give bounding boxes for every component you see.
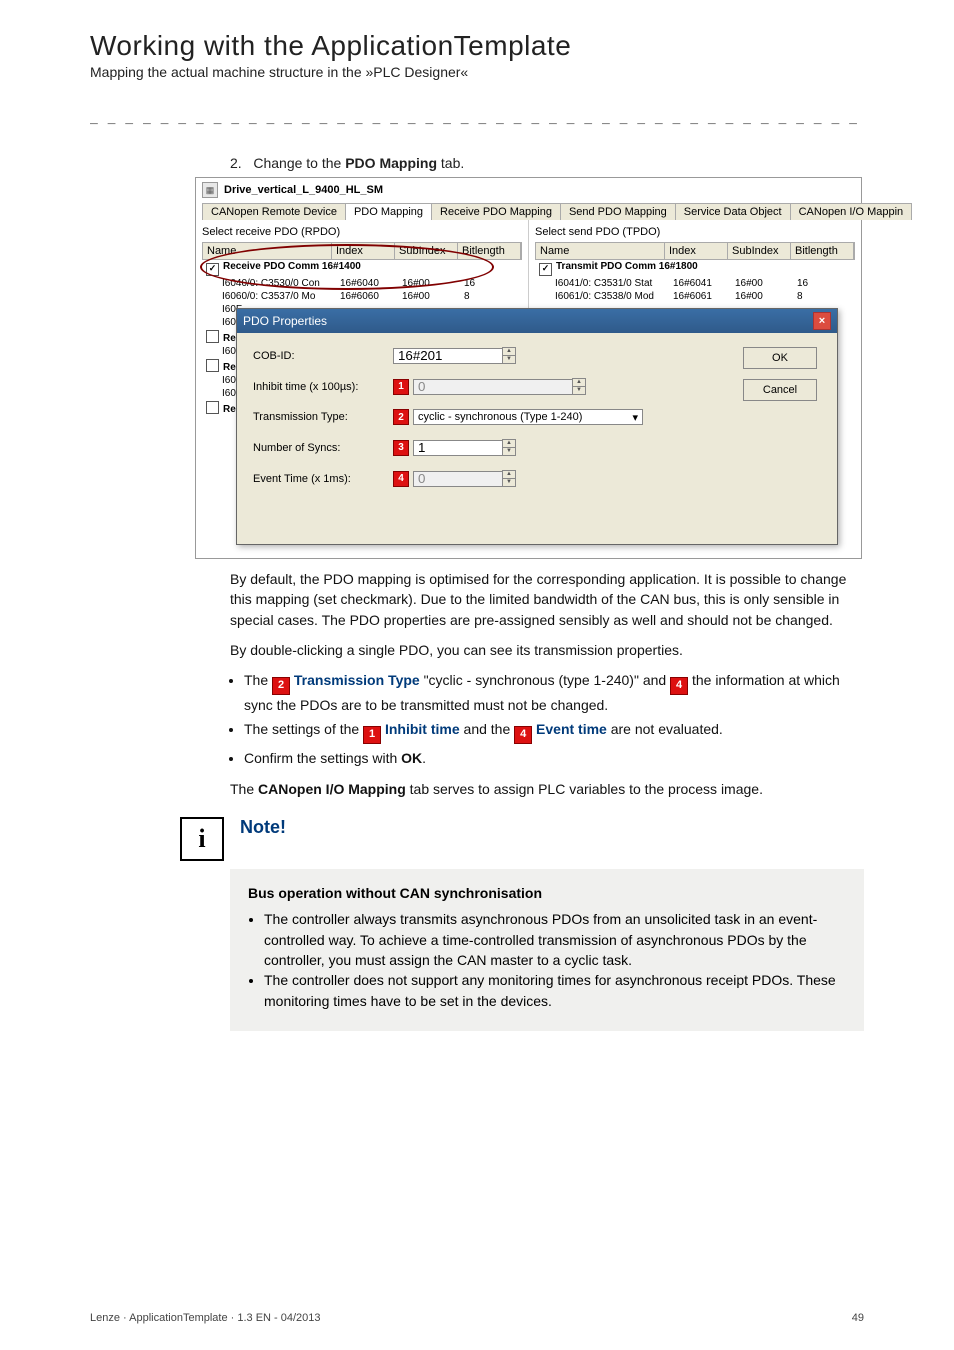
annotation-ellipse [200, 244, 494, 290]
cell-index: 16#6060 [336, 290, 398, 303]
tpdo-table-header: Name Index SubIndex Bitlength [535, 242, 855, 260]
chevron-down-icon: ▾ [632, 411, 638, 424]
cell-subindex: 16#00 [731, 277, 793, 290]
col-name: Name [536, 243, 665, 259]
tab-pdo-mapping[interactable]: PDO Mapping [345, 203, 432, 220]
dialog-title: PDO Properties [243, 314, 327, 328]
footer-left: Lenze · ApplicationTemplate · 1.3 EN - 0… [90, 1312, 321, 1324]
page-footer: Lenze · ApplicationTemplate · 1.3 EN - 0… [90, 1312, 864, 1324]
divider-dashes: _ _ _ _ _ _ _ _ _ _ _ _ _ _ _ _ _ _ _ _ … [90, 110, 864, 125]
inhibit-time-field[interactable] [413, 379, 573, 395]
badge-4-inline: 4 [670, 677, 688, 695]
col-bitlength: Bitlength [791, 243, 854, 259]
tab-canopen-io-mapping[interactable]: CANopen I/O Mappin [790, 203, 913, 220]
cell-name: I6060/0: C3537/0 Mo [202, 290, 336, 303]
label-inhibit-time: Inhibit time (x 100µs): [253, 381, 393, 393]
device-icon: ▦ [202, 182, 218, 198]
transmission-type-value: cyclic - synchronous (Type 1-240) [418, 411, 582, 423]
badge-1-inline: 1 [363, 726, 381, 744]
body-text: By default, the PDO mapping is optimised… [230, 569, 864, 799]
tpdo-group-row[interactable]: Transmit PDO Comm 16#1800 [535, 260, 855, 277]
ok-button[interactable]: OK [743, 347, 817, 369]
cell-bitlength: 8 [793, 290, 855, 303]
step-number: 2. [230, 155, 242, 171]
step-text-before: Change to the [253, 155, 345, 171]
tpdo-group-checkbox[interactable] [539, 263, 552, 276]
badge-1: 1 [393, 379, 409, 395]
number-of-syncs-spinner[interactable]: ▲▼ [502, 439, 516, 456]
tab-receive-pdo-mapping[interactable]: Receive PDO Mapping [431, 203, 561, 220]
stub-checkbox [206, 359, 219, 372]
badge-3: 3 [393, 440, 409, 456]
term-inhibit-time: Inhibit time [385, 721, 460, 737]
page-subtitle: Mapping the actual machine structure in … [90, 64, 864, 80]
tabbar: CANopen Remote Device PDO Mapping Receiv… [202, 202, 855, 220]
list-item: The settings of the 1 Inhibit time and t… [244, 719, 864, 744]
pdo-properties-dialog: PDO Properties × OK Cancel COB-ID: ▲▼ In… [236, 308, 838, 545]
paragraph: By double-clicking a single PDO, you can… [230, 640, 864, 660]
label-select-rpdo: Select receive PDO (RPDO) [202, 226, 522, 238]
badge-2-inline: 2 [272, 677, 290, 695]
col-subindex: SubIndex [728, 243, 791, 259]
transmission-type-select[interactable]: cyclic - synchronous (Type 1-240) ▾ [413, 409, 643, 425]
cell-subindex: 16#00 [731, 290, 793, 303]
label-transmission-type: Transmission Type: [253, 411, 393, 423]
cob-id-spinner[interactable]: ▲▼ [502, 347, 516, 364]
table-row[interactable]: I6060/0: C3537/0 Mo16#606016#008 [202, 290, 522, 303]
label-cob-id: COB-ID: [253, 350, 393, 362]
info-icon: i [180, 817, 224, 861]
inhibit-time-spinner[interactable]: ▲▼ [572, 378, 586, 395]
term-canopen-io-mapping: CANopen I/O Mapping [258, 781, 406, 797]
cell-subindex: 16#00 [398, 290, 460, 303]
term-ok: OK [401, 750, 422, 766]
term-transmission-type: Transmission Type [294, 672, 420, 688]
cell-index: 16#6041 [669, 277, 731, 290]
step-text-bold: PDO Mapping [345, 155, 437, 171]
badge-4: 4 [393, 471, 409, 487]
badge-4-inline-2: 4 [514, 726, 532, 744]
event-time-field[interactable] [413, 471, 503, 487]
number-of-syncs-field[interactable] [413, 440, 503, 456]
note-subheading: Bus operation without CAN synchronisatio… [248, 883, 846, 903]
cell-name: I6041/0: C3531/0 Stat [535, 277, 669, 290]
page-title: Working with the ApplicationTemplate [90, 30, 864, 62]
tab-send-pdo-mapping[interactable]: Send PDO Mapping [560, 203, 676, 220]
cell-index: 16#6061 [669, 290, 731, 303]
device-tab-title: Drive_vertical_L_9400_HL_SM [224, 184, 383, 196]
dialog-titlebar[interactable]: PDO Properties × [237, 309, 837, 333]
footer-right: 49 [852, 1312, 864, 1324]
dialog-close-button[interactable]: × [813, 312, 831, 330]
paragraph: By default, the PDO mapping is optimised… [230, 569, 864, 630]
cell-name: I6061/0: C3538/0 Mod [535, 290, 669, 303]
cancel-button[interactable]: Cancel [743, 379, 817, 401]
table-row[interactable]: I6041/0: C3531/0 Stat16#604116#0016 [535, 277, 855, 290]
note-box: i Note! [90, 817, 864, 861]
stub-checkbox [206, 401, 219, 414]
col-index: Index [665, 243, 728, 259]
canopen-editor-window: ▦ Drive_vertical_L_9400_HL_SM CANopen Re… [195, 177, 862, 559]
cell-bitlength: 16 [793, 277, 855, 290]
paragraph: The CANopen I/O Mapping tab serves to as… [230, 779, 864, 799]
step-line: 2. Change to the PDO Mapping tab. [230, 155, 864, 171]
note-list-item: The controller does not support any moni… [264, 970, 846, 1011]
label-event-time: Event Time (x 1ms): [253, 473, 393, 485]
badge-2: 2 [393, 409, 409, 425]
label-select-tpdo: Select send PDO (TPDO) [535, 226, 855, 238]
tab-service-data-object[interactable]: Service Data Object [675, 203, 791, 220]
tab-canopen-remote-device[interactable]: CANopen Remote Device [202, 203, 346, 220]
table-row[interactable]: I6061/0: C3538/0 Mod16#606116#008 [535, 290, 855, 303]
term-event-time: Event time [536, 721, 607, 737]
note-list-item: The controller always transmits asynchro… [264, 909, 846, 970]
cob-id-field[interactable] [393, 348, 503, 364]
note-heading: Note! [240, 817, 286, 838]
list-item: The 2 Transmission Type "cyclic - synchr… [244, 670, 864, 715]
cell-bitlength: 8 [460, 290, 522, 303]
list-item: Confirm the settings with OK. [244, 748, 864, 768]
note-body: Bus operation without CAN synchronisatio… [230, 869, 864, 1031]
label-number-of-syncs: Number of Syncs: [253, 442, 393, 454]
tpdo-group-label: Transmit PDO Comm 16#1800 [556, 261, 698, 272]
stub-checkbox [206, 330, 219, 343]
event-time-spinner[interactable]: ▲▼ [502, 470, 516, 487]
step-text-after: tab. [437, 155, 464, 171]
